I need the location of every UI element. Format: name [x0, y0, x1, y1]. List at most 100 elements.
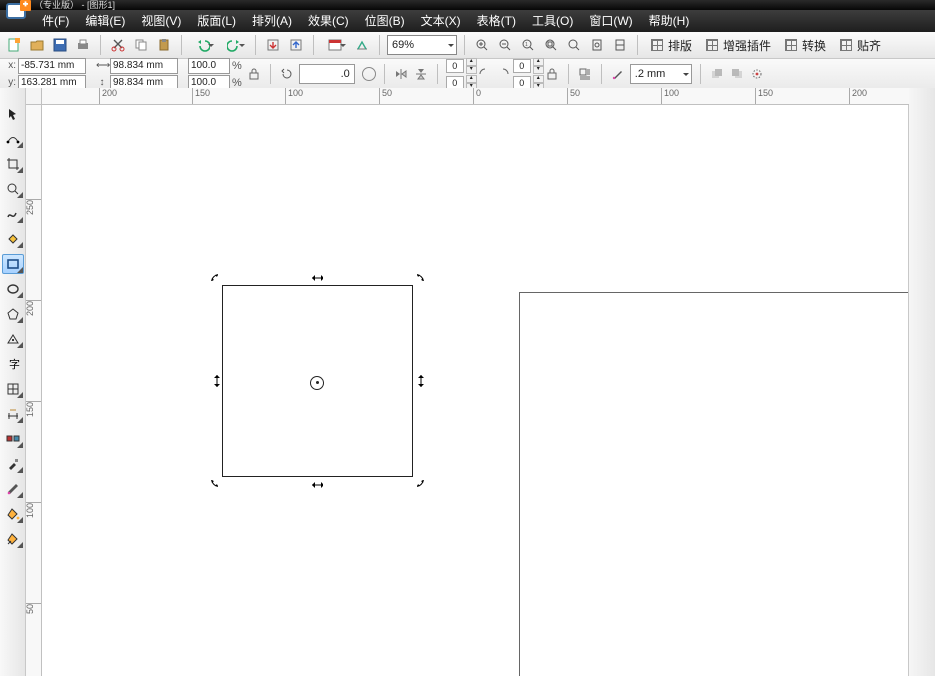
print-button[interactable]: [73, 35, 93, 55]
color-palette-collapsed[interactable]: [908, 88, 935, 676]
interactive-fill-tool[interactable]: [2, 529, 24, 549]
selection-center-marker[interactable]: [310, 376, 324, 390]
to-back-button[interactable]: [729, 66, 745, 82]
smart-fill-tool[interactable]: [2, 229, 24, 249]
skew-handle-s[interactable]: [311, 479, 323, 491]
separator: [568, 64, 569, 84]
pasteboard[interactable]: [41, 104, 909, 676]
svg-text:字: 字: [9, 357, 20, 371]
zoom-in-icon[interactable]: [472, 35, 492, 55]
corner-lock-button[interactable]: [544, 66, 560, 82]
skew-handle-w[interactable]: [211, 375, 223, 387]
rectangle-tool[interactable]: [2, 254, 24, 274]
typeset-button[interactable]: 排版: [645, 34, 697, 56]
rotate-handle-sw[interactable]: [209, 477, 221, 489]
ruler-tick: 50: [567, 88, 580, 104]
property-bar: x:-85.731 mm y:163.281 mm ⟷98.834 mm ↕98…: [0, 59, 935, 90]
lock-ratio-button[interactable]: [246, 66, 262, 82]
basic-shapes-tool[interactable]: [2, 329, 24, 349]
zoom-level-combo[interactable]: 69%: [387, 35, 457, 55]
crop-tool[interactable]: [2, 154, 24, 174]
table-tool[interactable]: [2, 379, 24, 399]
cut-button[interactable]: [108, 35, 128, 55]
rotate-handle-se[interactable]: [414, 477, 426, 489]
width-field[interactable]: 98.834 mm: [110, 58, 178, 74]
menu-effects[interactable]: 效果(C): [300, 10, 357, 32]
zoom-width-icon[interactable]: [610, 35, 630, 55]
corner1-field[interactable]: 0: [446, 59, 464, 73]
export-button[interactable]: [286, 35, 306, 55]
wrap-text-button[interactable]: [577, 66, 593, 82]
zoom-fit-icon[interactable]: [564, 35, 584, 55]
ruler-horizontal[interactable]: 200 150 100 50 0 50 100 150 200: [41, 88, 909, 105]
menu-table[interactable]: 表格(T): [469, 10, 524, 32]
outline-width-combo[interactable]: .2 mm: [630, 64, 692, 84]
zoom-tool[interactable]: [2, 179, 24, 199]
app-launcher-dropdown[interactable]: [321, 35, 349, 55]
ruler-origin[interactable]: [25, 88, 42, 105]
interactive-tool[interactable]: [2, 429, 24, 449]
to-front-button[interactable]: [709, 66, 725, 82]
open-button[interactable]: [27, 35, 47, 55]
menu-edit[interactable]: 编辑(E): [77, 10, 133, 32]
mirror-horizontal-button[interactable]: [393, 66, 409, 82]
fill-tool[interactable]: [2, 504, 24, 524]
copy-button[interactable]: [131, 35, 151, 55]
scale-x-field[interactable]: 100.0: [188, 58, 230, 74]
menu-arrange[interactable]: 排列(A): [244, 10, 300, 32]
zoom-page-icon[interactable]: [587, 35, 607, 55]
separator: [313, 35, 314, 55]
text-tool[interactable]: 字: [2, 354, 24, 374]
enhance-plugin-button[interactable]: 增强插件: [700, 34, 776, 56]
rotate-handle-ne[interactable]: [414, 272, 426, 284]
freehand-tool[interactable]: [2, 204, 24, 224]
spin-arrows[interactable]: ▴▾: [533, 58, 542, 74]
ruler-vertical[interactable]: 250 200 150 100 50: [25, 104, 42, 676]
menu-bitmap[interactable]: 位图(B): [357, 10, 413, 32]
corner-shape-icon: [495, 66, 511, 82]
eyedropper-tool[interactable]: [2, 454, 24, 474]
new-button[interactable]: [4, 35, 24, 55]
save-button[interactable]: [50, 35, 70, 55]
zoom-out-icon[interactable]: [495, 35, 515, 55]
menu-tools[interactable]: 工具(O): [524, 10, 581, 32]
menu-window[interactable]: 窗口(W): [581, 10, 640, 32]
percent-sign: %: [232, 77, 242, 89]
polygon-tool[interactable]: [2, 304, 24, 324]
shape-tool[interactable]: [2, 129, 24, 149]
convert-to-curves-button[interactable]: [749, 66, 765, 82]
transform-button[interactable]: 转换: [779, 34, 831, 56]
rotate-handle-nw[interactable]: [209, 272, 221, 284]
mirror-vertical-button[interactable]: [413, 66, 429, 82]
corner-shape-icon: [477, 66, 493, 82]
separator: [437, 64, 438, 84]
x-position-field[interactable]: -85.731 mm: [18, 58, 86, 74]
import-button[interactable]: [263, 35, 283, 55]
menu-help[interactable]: 帮助(H): [641, 10, 698, 32]
outline-tool[interactable]: [2, 479, 24, 499]
corner2-field[interactable]: 0: [513, 59, 531, 73]
menu-file[interactable]: 件(F): [34, 10, 77, 32]
zoom-selection-icon[interactable]: [541, 35, 561, 55]
menu-layout[interactable]: 版面(L): [189, 10, 244, 32]
ruler-tick: 100: [25, 502, 41, 518]
redo-button[interactable]: [220, 35, 248, 55]
ellipse-tool[interactable]: [2, 279, 24, 299]
toolbox: 字: [0, 88, 26, 676]
y-label: y:: [4, 77, 16, 88]
welcome-screen-button[interactable]: [352, 35, 372, 55]
dimension-tool[interactable]: [2, 404, 24, 424]
ruler-tick: 250: [25, 199, 41, 215]
pick-tool[interactable]: [2, 104, 24, 124]
menu-text[interactable]: 文本(X): [413, 10, 469, 32]
paste-button[interactable]: [154, 35, 174, 55]
rotation-field[interactable]: .0: [299, 64, 355, 84]
menu-view[interactable]: 视图(V): [133, 10, 189, 32]
skew-handle-e[interactable]: [415, 375, 427, 387]
spin-arrows[interactable]: ▴▾: [466, 58, 475, 74]
skew-handle-n[interactable]: [311, 272, 323, 284]
undo-button[interactable]: [189, 35, 217, 55]
zoom-actual-icon[interactable]: 1: [518, 35, 538, 55]
snap-button[interactable]: 贴齐: [834, 34, 886, 56]
separator: [255, 35, 256, 55]
